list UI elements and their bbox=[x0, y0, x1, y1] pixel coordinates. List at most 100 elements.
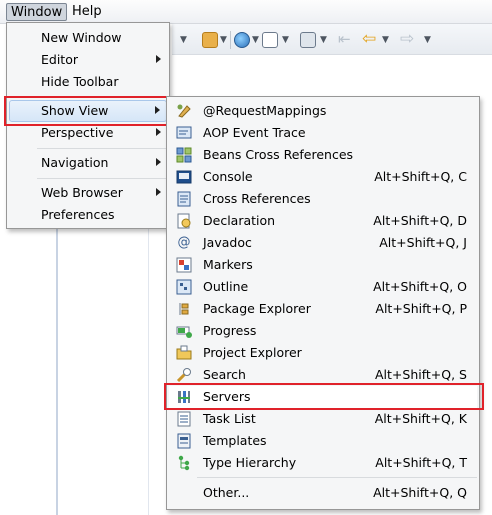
dropdown-arrow-icon[interactable]: ▼ bbox=[252, 32, 259, 48]
view-item-markers[interactable]: Markers bbox=[169, 254, 477, 276]
globe-icon[interactable] bbox=[234, 32, 250, 48]
view-item-label: Cross References bbox=[203, 191, 311, 206]
view-item-shortcut: Alt+Shift+Q, S bbox=[374, 367, 467, 382]
back-icon[interactable]: ⇦ bbox=[362, 31, 378, 48]
aop-event-trace-icon bbox=[176, 125, 192, 141]
view-item-label: Outline bbox=[203, 279, 249, 294]
view-item-label: Progress bbox=[203, 323, 257, 338]
view-item-label: @RequestMappings bbox=[203, 103, 327, 118]
editor-pane-border bbox=[148, 229, 149, 515]
view-item-label: Project Explorer bbox=[203, 345, 302, 360]
view-item-shortcut: Alt+Shift+Q, O bbox=[373, 279, 467, 294]
menu-separator bbox=[37, 178, 167, 179]
back-disabled-icon: ⇤ bbox=[338, 30, 351, 48]
declaration-icon bbox=[176, 213, 192, 229]
beans-icon bbox=[176, 147, 192, 163]
view-item-label: Task List bbox=[203, 411, 256, 426]
view-item-cross-references[interactable]: Cross References bbox=[169, 188, 477, 210]
menu-item-editor[interactable]: Editor bbox=[9, 49, 167, 71]
view-item-label: Package Explorer bbox=[203, 301, 311, 316]
view-item-label: AOP Event Trace bbox=[203, 125, 306, 140]
dropdown-arrow-icon[interactable]: ▼ bbox=[320, 32, 327, 48]
view-item-declaration[interactable]: Declaration Alt+Shift+Q, D bbox=[169, 210, 477, 232]
menu-item-label: New Window bbox=[41, 30, 122, 45]
forward-icon: ⇨ bbox=[400, 29, 415, 49]
menu-help[interactable]: Help bbox=[68, 3, 106, 21]
view-item-beans-cross-references[interactable]: Beans Cross References bbox=[169, 144, 477, 166]
submenu-arrow-icon bbox=[155, 106, 160, 114]
console-icon bbox=[176, 169, 192, 185]
show-view-menu: @RequestMappings AOP Event Trace Beans C… bbox=[166, 96, 480, 510]
view-item-console[interactable]: Console Alt+Shift+Q, C bbox=[169, 166, 477, 188]
view-item-label: Declaration bbox=[203, 213, 276, 228]
menu-item-label: Hide Toolbar bbox=[41, 74, 119, 89]
menu-item-label: Show View bbox=[41, 103, 109, 118]
window-menu: New Window Editor Hide Toolbar Show View… bbox=[6, 22, 170, 229]
project-explorer-icon bbox=[176, 345, 192, 361]
view-item-aop-event-trace[interactable]: AOP Event Trace bbox=[169, 122, 477, 144]
view-item-project-explorer[interactable]: Project Explorer bbox=[169, 342, 477, 364]
view-item-progress[interactable]: Progress bbox=[169, 320, 477, 342]
menu-item-label: Perspective bbox=[41, 125, 114, 140]
view-item-label: Console bbox=[203, 169, 253, 184]
menu-item-label: Web Browser bbox=[41, 185, 123, 200]
view-item-templates[interactable]: Templates bbox=[169, 430, 477, 452]
javadoc-icon: @ bbox=[177, 235, 191, 250]
view-item-servers[interactable]: Servers bbox=[169, 386, 477, 408]
menu-item-perspective[interactable]: Perspective bbox=[9, 122, 167, 144]
menu-item-label: Preferences bbox=[41, 207, 115, 222]
menu-item-hide-toolbar[interactable]: Hide Toolbar bbox=[9, 71, 167, 93]
view-item-label: Search bbox=[203, 367, 246, 382]
menu-separator bbox=[197, 477, 477, 478]
menu-item-label: Editor bbox=[41, 52, 78, 67]
menu-item-new-window[interactable]: New Window bbox=[9, 27, 167, 49]
view-item-label: Type Hierarchy bbox=[203, 455, 297, 470]
menu-item-show-view[interactable]: Show View bbox=[9, 100, 167, 122]
view-item-label: Markers bbox=[203, 257, 253, 272]
dropdown-arrow-icon[interactable]: ▼ bbox=[180, 32, 187, 48]
view-item-javadoc[interactable]: @ Javadoc Alt+Shift+Q, J bbox=[169, 232, 477, 254]
view-item-package-explorer[interactable]: Package Explorer Alt+Shift+Q, P bbox=[169, 298, 477, 320]
menu-item-preferences[interactable]: Preferences bbox=[9, 204, 167, 226]
view-item-request-mappings[interactable]: @RequestMappings bbox=[169, 100, 477, 122]
view-item-shortcut: Alt+Shift+Q, D bbox=[373, 213, 467, 228]
toolbar-separator bbox=[230, 31, 231, 49]
paste-icon[interactable] bbox=[300, 32, 316, 48]
menu-item-label: Navigation bbox=[41, 155, 109, 170]
type-hierarchy-icon bbox=[176, 455, 192, 471]
view-item-label: Other... bbox=[203, 485, 250, 500]
menu-window[interactable]: Window bbox=[6, 3, 68, 21]
view-item-shortcut: Alt+Shift+Q, Q bbox=[373, 485, 467, 500]
servers-icon bbox=[176, 389, 192, 405]
view-item-label: Templates bbox=[203, 433, 267, 448]
view-item-type-hierarchy[interactable]: Type Hierarchy Alt+Shift+Q, T bbox=[169, 452, 477, 474]
dropdown-arrow-icon[interactable]: ▼ bbox=[424, 32, 431, 48]
submenu-arrow-icon bbox=[156, 188, 161, 196]
dropdown-arrow-icon[interactable]: ▼ bbox=[220, 32, 227, 48]
open-folder-icon[interactable] bbox=[202, 32, 218, 48]
submenu-arrow-icon bbox=[156, 55, 161, 63]
search-icon bbox=[176, 367, 192, 383]
view-item-task-list[interactable]: Task List Alt+Shift+Q, K bbox=[169, 408, 477, 430]
menu-separator bbox=[37, 96, 167, 97]
new-file-icon[interactable] bbox=[262, 32, 278, 48]
view-item-other[interactable]: Other... Alt+Shift+Q, Q bbox=[169, 482, 477, 504]
progress-icon bbox=[176, 323, 192, 339]
menu-item-navigation[interactable]: Navigation bbox=[9, 152, 167, 174]
view-item-label: Javadoc bbox=[203, 235, 252, 250]
submenu-arrow-icon bbox=[156, 158, 161, 166]
dropdown-arrow-icon[interactable]: ▼ bbox=[382, 32, 389, 48]
view-item-shortcut: Alt+Shift+Q, C bbox=[374, 169, 467, 184]
task-list-icon bbox=[176, 411, 192, 427]
menu-item-web-browser[interactable]: Web Browser bbox=[9, 182, 167, 204]
view-item-outline[interactable]: Outline Alt+Shift+Q, O bbox=[169, 276, 477, 298]
view-item-shortcut: Alt+Shift+Q, J bbox=[379, 235, 467, 250]
dropdown-arrow-icon[interactable]: ▼ bbox=[282, 32, 289, 48]
cross-references-icon bbox=[176, 191, 192, 207]
submenu-arrow-icon bbox=[156, 128, 161, 136]
menubar: Window Help bbox=[0, 0, 492, 24]
outline-icon bbox=[176, 279, 192, 295]
view-item-shortcut: Alt+Shift+Q, P bbox=[375, 301, 467, 316]
view-item-shortcut: Alt+Shift+Q, T bbox=[375, 455, 467, 470]
view-item-search[interactable]: Search Alt+Shift+Q, S bbox=[169, 364, 477, 386]
